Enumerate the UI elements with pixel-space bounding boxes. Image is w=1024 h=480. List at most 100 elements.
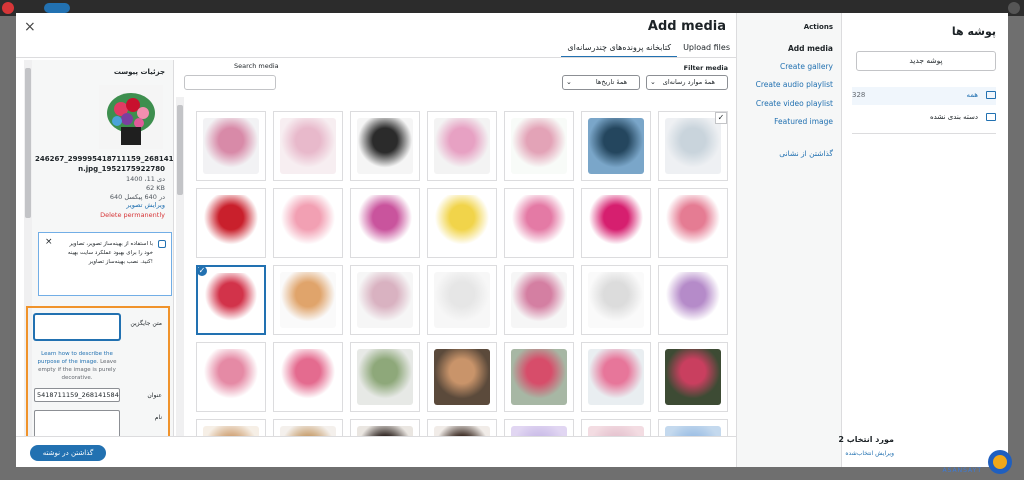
tab-media-library[interactable]: کتابخانه پرونده‌های چندرسانه‌ای bbox=[561, 40, 678, 58]
caption-input[interactable] bbox=[34, 410, 120, 436]
folders-title: پوشه ها bbox=[951, 25, 996, 38]
tab-upload-files[interactable]: Upload files bbox=[677, 40, 736, 58]
media-item-flower-door[interactable] bbox=[427, 342, 497, 412]
media-item-number-2-cake[interactable] bbox=[196, 342, 266, 412]
chevron-down-icon: ⌄ bbox=[566, 78, 572, 86]
type-filter-select[interactable]: ⌄ همهٔ موارد رسانه‌ای bbox=[646, 75, 728, 90]
menu-featured-image[interactable]: Featured image bbox=[774, 117, 833, 126]
media-thumbnail bbox=[588, 272, 644, 328]
modal-title: Add media bbox=[647, 19, 726, 34]
media-item-woman-portrait[interactable] bbox=[350, 419, 420, 436]
media-item-number-3-box[interactable] bbox=[273, 342, 343, 412]
title-input[interactable]: 5418711159_268141584 bbox=[34, 388, 120, 402]
media-item-woman-hat[interactable] bbox=[196, 419, 266, 436]
media-thumbnail bbox=[665, 426, 721, 436]
menu-create-audio-playlist[interactable]: Create audio playlist bbox=[756, 80, 833, 89]
media-item-tulips-box[interactable] bbox=[273, 188, 343, 258]
media-item-wrapped-roses[interactable] bbox=[196, 111, 266, 181]
folder-divider bbox=[852, 133, 996, 134]
folder-label: همه bbox=[966, 91, 979, 99]
media-thumbnail bbox=[357, 118, 413, 174]
media-item-pink-bouquet[interactable] bbox=[504, 265, 574, 335]
date-filter-value: همهٔ تاریخ‌ها bbox=[595, 78, 627, 86]
media-item-mixed-flowers[interactable] bbox=[350, 188, 420, 258]
details-heading: جزئیات پیوست bbox=[113, 68, 165, 76]
media-item-flower-market[interactable] bbox=[504, 342, 574, 412]
close-icon[interactable]: × bbox=[24, 19, 36, 35]
selected-check-icon[interactable]: ✓ bbox=[198, 267, 208, 277]
media-thumbnail bbox=[588, 426, 644, 436]
grid-scrollbar[interactable] bbox=[176, 97, 184, 436]
alt-text-input[interactable] bbox=[34, 314, 120, 340]
media-item-blue-card[interactable] bbox=[658, 419, 728, 436]
media-item-pink-box[interactable] bbox=[427, 111, 497, 181]
media-item-white-bouquet[interactable] bbox=[581, 265, 651, 335]
media-item-landscape[interactable] bbox=[581, 111, 651, 181]
search-input[interactable] bbox=[184, 75, 276, 90]
media-thumbnail bbox=[511, 272, 567, 328]
menu-add-media[interactable]: Add media bbox=[788, 44, 833, 53]
folder-item-uncategorized[interactable]: دسته بندی نشده bbox=[852, 109, 996, 127]
edit-image-link[interactable]: ویرایش تصویر bbox=[126, 201, 165, 209]
media-item-bouquet-portrait[interactable] bbox=[273, 419, 343, 436]
media-thumbnail bbox=[434, 426, 490, 436]
media-thumbnail bbox=[665, 349, 721, 405]
media-item-selected-bouquet[interactable]: ✓ bbox=[196, 265, 266, 335]
media-item-floral-pattern[interactable] bbox=[504, 111, 574, 181]
checkbox-icon[interactable]: ✓ bbox=[715, 112, 727, 124]
date-filter-select[interactable]: ⌄ همهٔ تاریخ‌ها bbox=[562, 75, 640, 90]
admin-bar-button[interactable] bbox=[44, 3, 70, 13]
media-item-flower-stall[interactable] bbox=[581, 342, 651, 412]
media-item-pastel-bg[interactable] bbox=[581, 419, 651, 436]
attachment-thumbnail bbox=[99, 85, 163, 149]
header-divider bbox=[16, 57, 736, 58]
folder-item-all[interactable]: همه 328 bbox=[852, 87, 996, 105]
media-item-pink-roses-box[interactable] bbox=[504, 188, 574, 258]
media-tabs: Upload files کتابخانه پرونده‌های چندرسان… bbox=[561, 40, 736, 58]
search-label: Search media bbox=[234, 62, 279, 70]
media-item-lavender-bg[interactable] bbox=[504, 419, 574, 436]
media-thumbnail bbox=[280, 118, 336, 174]
folder-label: دسته بندی نشده bbox=[929, 113, 978, 121]
media-thumbnail bbox=[280, 272, 336, 328]
media-item-flower-basket[interactable] bbox=[350, 265, 420, 335]
media-item-woman-flowers[interactable] bbox=[427, 419, 497, 436]
avatar[interactable] bbox=[1008, 2, 1020, 14]
media-item-chocolates[interactable] bbox=[273, 111, 343, 181]
media-thumbnail bbox=[511, 349, 567, 405]
media-item-red-roses-box[interactable] bbox=[196, 188, 266, 258]
media-item-bouquet-sketch[interactable]: ✓ bbox=[658, 111, 728, 181]
type-filter-value: همهٔ موارد رسانه‌ای bbox=[662, 78, 715, 86]
menu-create-video-playlist[interactable]: Create video playlist bbox=[756, 99, 833, 108]
media-thumbnail bbox=[511, 195, 567, 251]
selection-summary: 2 مورد انتخاب ویرایش انتخاب‌شده bbox=[838, 431, 898, 467]
optimizer-notice: × با استفاده از بهینه‌ساز تصویر، تصاویر … bbox=[38, 232, 172, 296]
attachment-details: جزئیات پیوست 246267_299995418711159_2681… bbox=[24, 60, 174, 436]
menu-insert-from-url[interactable]: گذاشتن از نشانی bbox=[779, 149, 833, 158]
menu-create-gallery[interactable]: Create gallery bbox=[780, 62, 833, 71]
media-item-flower-table[interactable] bbox=[350, 342, 420, 412]
media-thumbnail bbox=[511, 426, 567, 436]
media-item-flower-shop[interactable] bbox=[658, 342, 728, 412]
media-item-teddy-bear[interactable] bbox=[581, 188, 651, 258]
media-grid: ✓ ✓ bbox=[176, 97, 736, 436]
media-item-gift-set[interactable] bbox=[350, 111, 420, 181]
media-thumbnail bbox=[434, 349, 490, 405]
new-folder-button[interactable]: پوشه جدید bbox=[856, 51, 996, 71]
insert-into-post-button[interactable]: گذاشتن در نوشته bbox=[30, 445, 106, 461]
media-item-pink-hatbox[interactable] bbox=[658, 188, 728, 258]
add-media-modal: × Add media Upload files کتابخانه پرونده… bbox=[16, 13, 1008, 467]
edit-selection-link[interactable]: ویرایش انتخاب‌شده bbox=[845, 450, 894, 457]
media-item-lilac-box[interactable] bbox=[658, 265, 728, 335]
grid-scrollbar-thumb[interactable] bbox=[177, 105, 183, 195]
close-icon[interactable]: × bbox=[45, 237, 53, 247]
media-thumbnail bbox=[203, 118, 259, 174]
delete-permanently-link[interactable]: Delete permanently bbox=[100, 211, 165, 219]
media-item-colorful-bouquet[interactable] bbox=[273, 265, 343, 335]
title-label: عنوان bbox=[147, 392, 162, 399]
details-scrollbar-thumb[interactable] bbox=[25, 68, 31, 218]
folder-count: 328 bbox=[852, 91, 866, 99]
media-item-white-flowers[interactable] bbox=[427, 265, 497, 335]
media-item-yellow-flowers[interactable] bbox=[427, 188, 497, 258]
media-thumbnail bbox=[588, 195, 644, 251]
